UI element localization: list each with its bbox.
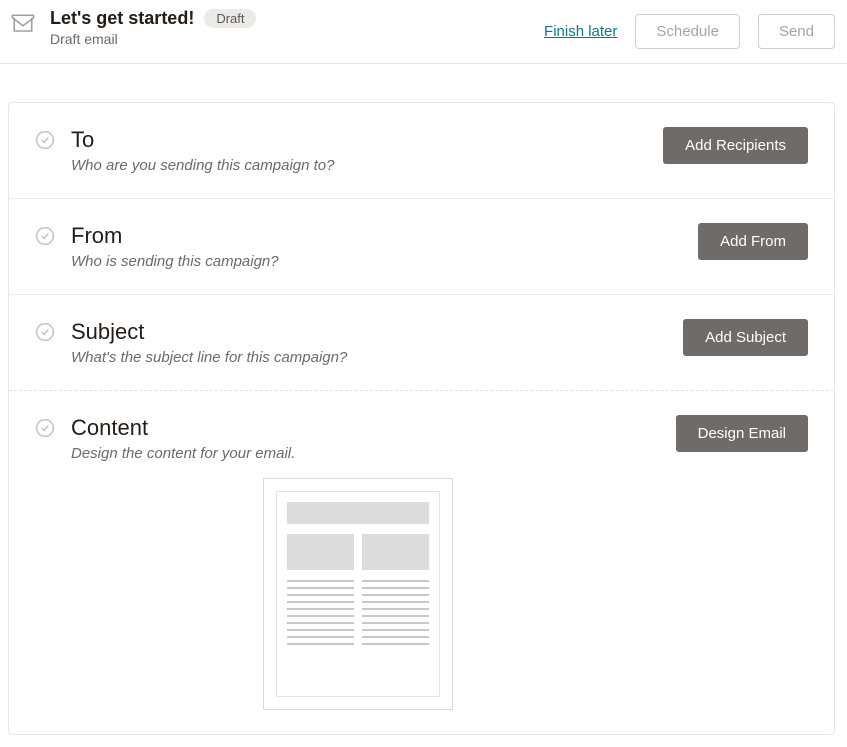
- design-email-button[interactable]: Design Email: [676, 415, 808, 452]
- thumbnail-line-placeholder: [287, 629, 354, 631]
- add-recipients-button[interactable]: Add Recipients: [663, 127, 808, 164]
- thumbnail-line-placeholder: [362, 580, 429, 582]
- thumbnail-line-placeholder: [287, 580, 354, 582]
- header-left: Let's get started! Draft Draft email: [8, 8, 256, 47]
- thumbnail-line-placeholder: [287, 587, 354, 589]
- thumbnail-line-placeholder: [362, 643, 429, 645]
- section-subject: Subject What's the subject line for this…: [9, 295, 834, 391]
- thumbnail-col: [362, 580, 429, 686]
- section-to-texts: To Who are you sending this campaign to?: [71, 127, 335, 174]
- schedule-button[interactable]: Schedule: [635, 14, 740, 49]
- page-header: Let's get started! Draft Draft email Fin…: [0, 0, 847, 64]
- section-to-left: To Who are you sending this campaign to?: [35, 127, 663, 174]
- envelope-icon: [8, 10, 38, 38]
- section-content-desc: Design the content for your email.: [71, 445, 676, 462]
- thumbnail-line-placeholder: [362, 587, 429, 589]
- thumbnail-line-placeholder: [362, 615, 429, 617]
- section-from-title: From: [71, 223, 279, 249]
- thumbnail-image-row: [287, 534, 429, 570]
- check-circle-icon: [35, 226, 55, 246]
- thumbnail-line-placeholder: [287, 622, 354, 624]
- check-circle-icon: [35, 418, 55, 438]
- section-subject-texts: Subject What's the subject line for this…: [71, 319, 347, 366]
- title-row: Let's get started! Draft: [50, 8, 256, 29]
- campaign-card: To Who are you sending this campaign to?…: [8, 102, 835, 735]
- thumbnail-box-placeholder: [362, 534, 429, 570]
- thumbnail-line-placeholder: [287, 601, 354, 603]
- section-content-texts: Content Design the content for your emai…: [71, 415, 676, 710]
- header-right: Finish later Schedule Send: [544, 8, 835, 49]
- email-template-thumbnail[interactable]: [263, 478, 453, 710]
- add-subject-button[interactable]: Add Subject: [683, 319, 808, 356]
- thumbnail-line-placeholder: [287, 615, 354, 617]
- header-titles: Let's get started! Draft Draft email: [50, 8, 256, 47]
- thumbnail-line-placeholder: [287, 636, 354, 638]
- thumbnail-line-placeholder: [362, 629, 429, 631]
- thumbnail-line-placeholder: [287, 643, 354, 645]
- thumbnail-line-placeholder: [287, 594, 354, 596]
- section-to-right: Add Recipients: [663, 127, 808, 164]
- thumbnail-inner: [276, 491, 440, 697]
- finish-later-link[interactable]: Finish later: [544, 23, 617, 40]
- section-from-desc: Who is sending this campaign?: [71, 253, 279, 270]
- section-to-title: To: [71, 127, 335, 153]
- thumbnail-line-placeholder: [362, 622, 429, 624]
- send-button[interactable]: Send: [758, 14, 835, 49]
- section-from-texts: From Who is sending this campaign?: [71, 223, 279, 270]
- thumbnail-line-placeholder: [362, 608, 429, 610]
- section-content-left: Content Design the content for your emai…: [35, 415, 676, 710]
- section-content: Content Design the content for your emai…: [9, 391, 834, 734]
- section-from: From Who is sending this campaign? Add F…: [9, 199, 834, 295]
- thumbnail-line-placeholder: [362, 636, 429, 638]
- thumbnail-line-placeholder: [362, 601, 429, 603]
- section-content-right: Design Email: [676, 415, 808, 452]
- section-from-left: From Who is sending this campaign?: [35, 223, 698, 270]
- section-to-desc: Who are you sending this campaign to?: [71, 157, 335, 174]
- thumbnail-text-lines: [287, 580, 429, 686]
- section-content-title: Content: [71, 415, 676, 441]
- check-circle-icon: [35, 322, 55, 342]
- thumbnail-banner-placeholder: [287, 502, 429, 524]
- section-subject-left: Subject What's the subject line for this…: [35, 319, 683, 366]
- add-from-button[interactable]: Add From: [698, 223, 808, 260]
- thumbnail-line-placeholder: [362, 594, 429, 596]
- page-subtitle: Draft email: [50, 31, 256, 47]
- section-from-right: Add From: [698, 223, 808, 260]
- section-subject-right: Add Subject: [683, 319, 808, 356]
- section-subject-desc: What's the subject line for this campaig…: [71, 349, 347, 366]
- section-subject-title: Subject: [71, 319, 347, 345]
- thumbnail-box-placeholder: [287, 534, 354, 570]
- draft-badge: Draft: [204, 9, 256, 28]
- thumbnail-col: [287, 580, 354, 686]
- check-circle-icon: [35, 130, 55, 150]
- thumbnail-line-placeholder: [287, 608, 354, 610]
- section-to: To Who are you sending this campaign to?…: [9, 103, 834, 199]
- page-title: Let's get started!: [50, 8, 194, 29]
